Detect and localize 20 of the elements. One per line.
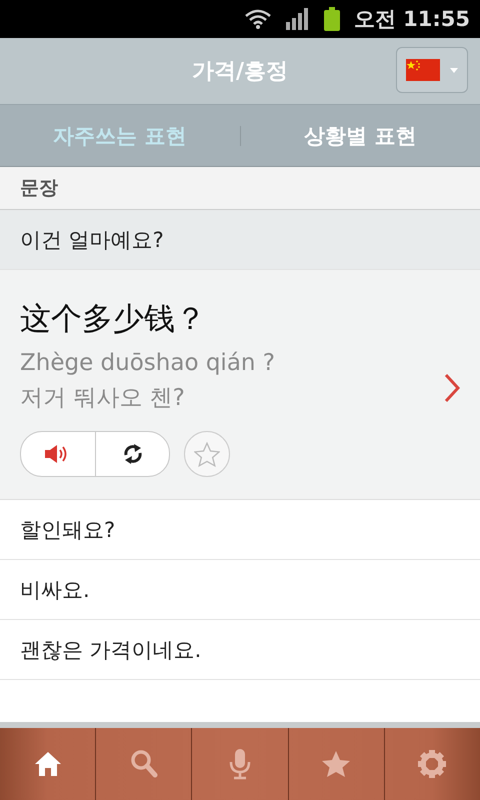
flag-icon [406,59,440,81]
pinyin-text: Zhège duōshao qián ? [20,350,276,376]
chinese-phrase: 这个多少钱？ [20,300,207,339]
wifi-icon [244,8,272,30]
phrase-item[interactable]: 이건 얼마예요? [0,210,480,270]
battery-icon [324,7,340,31]
caret-icon [450,68,458,72]
microphone-icon [228,748,252,780]
status-time: 오전 11:55 [354,6,470,33]
search-icon [130,749,158,779]
repeat-icon [122,442,144,466]
screen-title: 가격/흥정 [192,58,288,86]
star-icon [321,750,352,778]
signal-icon [286,8,310,30]
pronunciation-text: 저거 뚸사오 첸? [20,384,186,413]
language-dropdown[interactable] [396,47,468,93]
section-title: 문장 [20,176,58,201]
chevron-right-icon[interactable] [444,372,460,402]
settings-icon [417,749,448,779]
home-icon [32,750,63,778]
